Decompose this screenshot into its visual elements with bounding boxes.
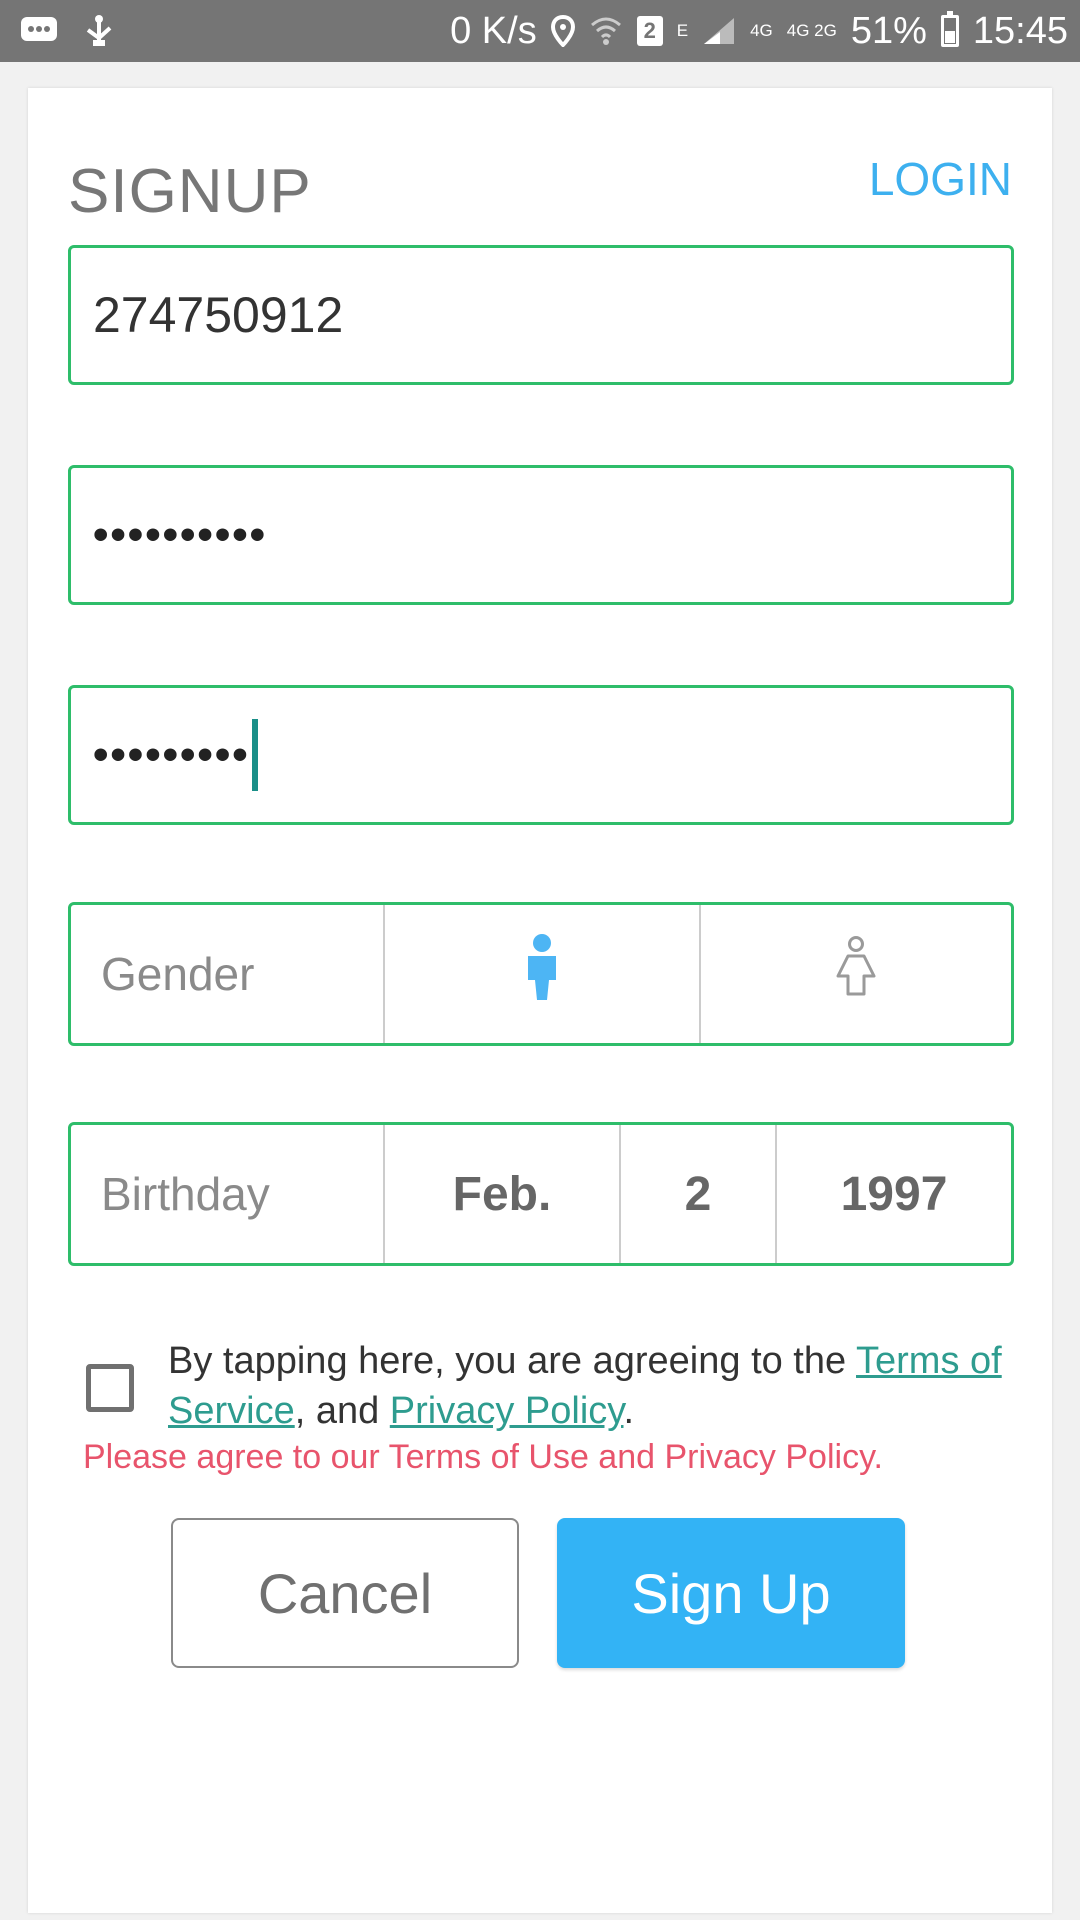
male-icon: [522, 934, 562, 1014]
battery-percent: 51%: [850, 9, 927, 52]
terms-prefix: By tapping here, you are agreeing to the: [168, 1340, 857, 1382]
network-4g2g-label: 4G 2G: [786, 21, 837, 40]
sign-up-button[interactable]: Sign Up: [557, 1518, 905, 1668]
location-pin-icon: [550, 15, 575, 47]
username-value: 274750912: [93, 287, 344, 343]
gender-selector: Gender: [68, 902, 1014, 1046]
confirm-password-field[interactable]: •••••••••: [68, 685, 1014, 825]
status-bar: 0 K/s 2 E 4G 4G 2G 51% 15:45: [0, 0, 1080, 62]
birthday-selector: Birthday Feb. 2 1997: [68, 1122, 1014, 1266]
terms-error-message: Please agree to our Terms of Use and Pri…: [83, 1438, 883, 1476]
usb-icon: [84, 14, 114, 48]
clock: 15:45: [972, 9, 1068, 52]
sim-icon: 2: [636, 16, 663, 46]
birthday-label: Birthday: [71, 1125, 385, 1263]
birth-day-picker[interactable]: 2: [621, 1125, 777, 1263]
gender-label: Gender: [71, 905, 385, 1043]
birth-year-picker[interactable]: 1997: [777, 1125, 1011, 1263]
birth-month-picker[interactable]: Feb.: [385, 1125, 621, 1263]
privacy-policy-link[interactable]: Privacy Policy: [390, 1390, 624, 1432]
page-title: SIGNUP: [68, 157, 312, 226]
network-4g-label: 4G: [750, 21, 773, 40]
net-speed: 0 K/s: [450, 9, 537, 52]
signal-icon: [702, 16, 736, 46]
terms-text: By tapping here, you are agreeing to the…: [168, 1336, 1008, 1436]
login-link[interactable]: LOGIN: [869, 152, 1012, 206]
terms-checkbox[interactable]: [86, 1364, 134, 1412]
network-e-label: E: [676, 21, 689, 40]
chat-bubble-icon: [20, 16, 58, 46]
cancel-button[interactable]: Cancel: [171, 1518, 519, 1668]
wifi-icon: [589, 15, 623, 47]
gender-female-option[interactable]: [701, 905, 1011, 1043]
password-value: ••••••••••: [93, 510, 268, 559]
password-field[interactable]: ••••••••••: [68, 465, 1014, 605]
username-field[interactable]: 274750912: [68, 245, 1014, 385]
gender-male-option[interactable]: [385, 905, 701, 1043]
text-cursor: [251, 719, 258, 791]
female-icon: [834, 936, 878, 1012]
battery-icon: [940, 11, 959, 47]
terms-suffix: .: [623, 1390, 635, 1432]
terms-middle: , and: [294, 1390, 390, 1432]
confirm-password-value: •••••••••: [93, 730, 250, 779]
signup-card: SIGNUP LOGIN 274750912 •••••••••• ••••••…: [28, 88, 1052, 1913]
